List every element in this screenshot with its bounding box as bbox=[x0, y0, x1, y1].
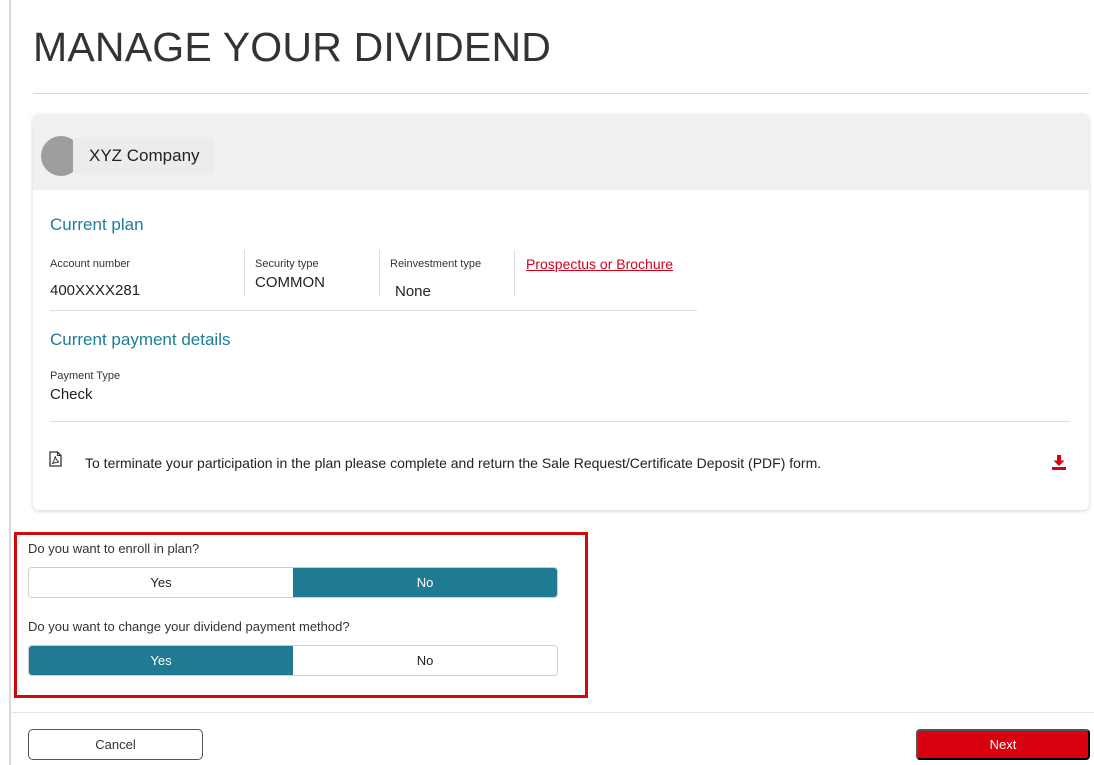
termination-notice: To terminate your participation in the p… bbox=[85, 455, 822, 471]
page-title: MANAGE YOUR DIVIDEND bbox=[33, 24, 552, 70]
reinvestment-type-value: None bbox=[395, 283, 431, 300]
security-type-value: COMMON bbox=[255, 274, 325, 291]
payment-type-value: Check bbox=[50, 386, 93, 403]
account-number-label: Account number bbox=[50, 258, 131, 270]
change-method-no-option[interactable]: No bbox=[293, 646, 557, 675]
change-method-question: Do you want to change your dividend paym… bbox=[28, 619, 350, 634]
cancel-button[interactable]: Cancel bbox=[28, 729, 203, 760]
footer-divider bbox=[9, 712, 1094, 713]
enroll-toggle: Yes No bbox=[28, 567, 558, 598]
card-header: XYZ Company bbox=[33, 114, 1089, 190]
enroll-yes-option[interactable]: Yes bbox=[29, 568, 293, 597]
enroll-question: Do you want to enroll in plan? bbox=[28, 541, 200, 556]
change-method-toggle: Yes No bbox=[28, 645, 558, 676]
pdf-file-icon bbox=[49, 451, 62, 467]
enroll-no-option[interactable]: No bbox=[293, 568, 557, 597]
field-divider bbox=[379, 250, 380, 296]
download-icon[interactable] bbox=[1052, 455, 1066, 470]
current-plan-heading: Current plan bbox=[50, 215, 144, 234]
field-divider bbox=[514, 250, 515, 296]
payment-type-label: Payment Type bbox=[50, 370, 121, 382]
title-divider bbox=[33, 93, 1089, 94]
next-button[interactable]: Next bbox=[916, 729, 1090, 760]
payment-divider bbox=[50, 421, 1070, 422]
plan-divider bbox=[50, 310, 697, 311]
account-number-value: 400XXXX281 bbox=[50, 282, 141, 299]
prospectus-link[interactable]: Prospectus or Brochure bbox=[526, 256, 673, 272]
plan-card: XYZ Company Current plan Account number … bbox=[33, 114, 1089, 510]
security-type-label: Security type bbox=[255, 258, 319, 270]
change-method-yes-option[interactable]: Yes bbox=[29, 646, 293, 675]
field-divider bbox=[244, 250, 245, 296]
left-border-rule bbox=[9, 0, 11, 765]
reinvestment-type-label: Reinvestment type bbox=[390, 258, 482, 270]
company-name: XYZ Company bbox=[73, 138, 214, 174]
payment-details-heading: Current payment details bbox=[50, 330, 231, 349]
